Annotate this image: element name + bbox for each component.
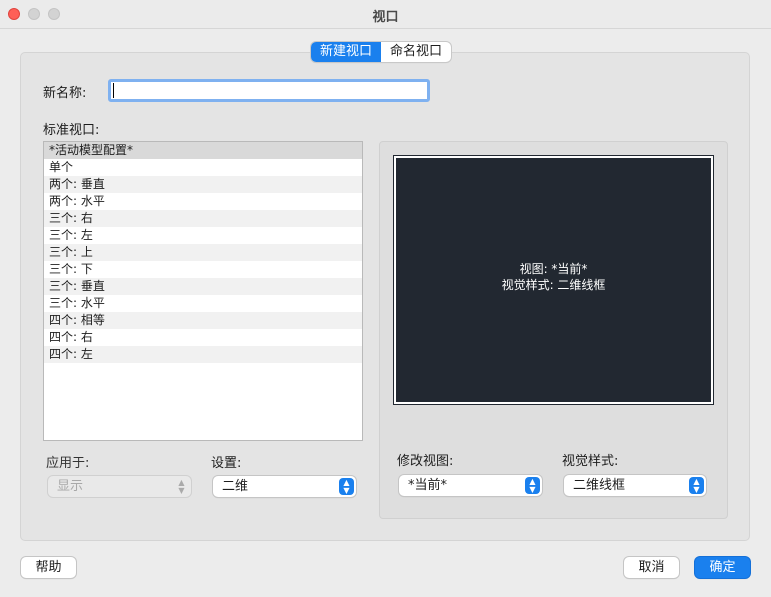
ok-button[interactable]: 确定 (695, 557, 750, 578)
list-item[interactable]: 四个: 右 (44, 329, 362, 346)
new-name-input[interactable] (108, 79, 430, 102)
list-item[interactable]: 三个: 左 (44, 227, 362, 244)
stepper-icon: ▲ ▼ (339, 478, 354, 495)
list-item[interactable]: 三个: 上 (44, 244, 362, 261)
list-item[interactable]: 两个: 水平 (44, 193, 362, 210)
tab-new-viewport[interactable]: 新建视口 (311, 42, 382, 62)
tab-named-viewports[interactable]: 命名视口 (381, 42, 451, 62)
list-item[interactable]: 四个: 相等 (44, 312, 362, 329)
visual-style-value: 二维线框 (573, 478, 626, 493)
apply-to-label: 应用于: (46, 456, 90, 471)
setup-label: 设置: (211, 456, 242, 471)
viewport-dialog: 视口 新建视口 命名视口 新名称: 标准视口: *活动模型配置* 单个 两个: … (0, 0, 771, 597)
setup-value: 二维 (222, 479, 249, 494)
list-item[interactable]: 两个: 垂直 (44, 176, 362, 193)
stepper-icon: ▲ ▼ (525, 477, 540, 494)
change-view-label: 修改视图: (397, 454, 454, 469)
apply-to-value: 显示 (57, 479, 84, 494)
list-item[interactable]: *活动模型配置* (44, 142, 362, 159)
setup-select[interactable]: 二维 ▲ ▼ (213, 476, 356, 497)
list-item[interactable]: 三个: 垂直 (44, 278, 362, 295)
preview-view-text: 视图: *当前* (519, 262, 588, 276)
preview-style-text: 视觉样式: 二维线框 (501, 278, 606, 292)
list-item[interactable]: 三个: 水平 (44, 295, 362, 312)
stepper-icon: ▲ ▼ (689, 477, 704, 494)
help-button[interactable]: 帮助 (21, 557, 76, 578)
text-caret (113, 83, 114, 98)
title-bar: 视口 (0, 0, 771, 29)
list-item[interactable]: 四个: 左 (44, 346, 362, 363)
stepper-icon: ▲ ▼ (178, 478, 185, 495)
visual-style-select[interactable]: 二维线框 ▲ ▼ (564, 475, 706, 496)
standard-viewports-label: 标准视口: (43, 123, 100, 138)
window-title: 视口 (372, 10, 399, 25)
change-view-select[interactable]: *当前* ▲ ▼ (399, 475, 542, 496)
new-name-label: 新名称: (43, 86, 87, 101)
list-item[interactable]: 单个 (44, 159, 362, 176)
change-view-value: *当前* (408, 478, 448, 493)
list-item[interactable]: 三个: 下 (44, 261, 362, 278)
visual-style-label: 视觉样式: (562, 454, 619, 469)
standard-viewports-list[interactable]: *活动模型配置* 单个 两个: 垂直 两个: 水平 三个: 右 三个: 左 三个… (43, 141, 363, 441)
list-item[interactable]: 三个: 右 (44, 210, 362, 227)
viewport-preview[interactable]: 视图: *当前* 视觉样式: 二维线框 (394, 156, 713, 404)
preview-caption: 视图: *当前* 视觉样式: 二维线框 (396, 261, 711, 293)
cancel-button[interactable]: 取消 (624, 557, 679, 578)
tab-bar: 新建视口 命名视口 (311, 42, 452, 62)
apply-to-select[interactable]: 显示 ▲ ▼ (48, 476, 191, 497)
